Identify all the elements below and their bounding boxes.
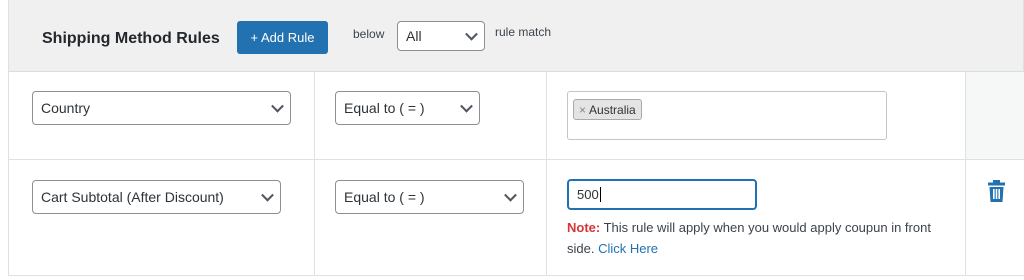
rule-operator-value: Equal to ( = ) (344, 189, 425, 205)
chevron-down-icon (271, 99, 284, 113)
coupon-note: Note: This rule will apply when you woul… (567, 217, 947, 259)
country-tag-input[interactable]: × Australia (567, 91, 887, 140)
action-column (965, 72, 1024, 159)
trash-icon[interactable] (988, 180, 1005, 202)
rule-value-text: 500 (577, 187, 599, 202)
rule-row: Cart Subtotal (After Discount) Equal to … (8, 160, 1024, 276)
rule-match-select[interactable]: All (397, 21, 485, 51)
column-divider (314, 160, 315, 275)
rule-row: Country Equal to ( = ) × Australia (8, 72, 1024, 160)
column-divider (546, 72, 547, 159)
note-label: Note: (567, 220, 601, 235)
page-title: Shipping Method Rules (42, 30, 220, 47)
rule-operator-value: Equal to ( = ) (344, 100, 425, 116)
close-icon[interactable]: × (579, 103, 586, 117)
tag-label: Australia (589, 102, 636, 117)
below-label: below (353, 27, 385, 41)
tag-australia: × Australia (573, 99, 642, 120)
rule-match-label: rule match (495, 25, 552, 39)
action-column (965, 160, 1024, 275)
column-divider (546, 160, 547, 275)
shipping-method-rules-panel: Shipping Method Rules + Add Rule below A… (8, 0, 1024, 280)
chevron-down-icon (465, 27, 478, 41)
text-caret (599, 187, 601, 202)
rule-field-value: Cart Subtotal (After Discount) (41, 189, 224, 205)
rule-field-select[interactable]: Country (32, 91, 291, 125)
column-divider (314, 72, 315, 159)
chevron-down-icon (460, 99, 473, 113)
rule-match-value: All (406, 28, 422, 44)
chevron-down-icon (504, 188, 517, 202)
chevron-down-icon (261, 188, 274, 202)
rule-field-value: Country (41, 100, 91, 116)
add-rule-button[interactable]: + Add Rule (237, 21, 328, 54)
rule-operator-select[interactable]: Equal to ( = ) (335, 91, 480, 125)
click-here-link[interactable]: Click Here (598, 241, 658, 256)
rule-field-select[interactable]: Cart Subtotal (After Discount) (32, 180, 281, 214)
rules-header: Shipping Method Rules + Add Rule below A… (8, 0, 1024, 72)
rule-value-input[interactable]: 500 (567, 179, 757, 210)
rule-operator-select[interactable]: Equal to ( = ) (335, 180, 524, 214)
